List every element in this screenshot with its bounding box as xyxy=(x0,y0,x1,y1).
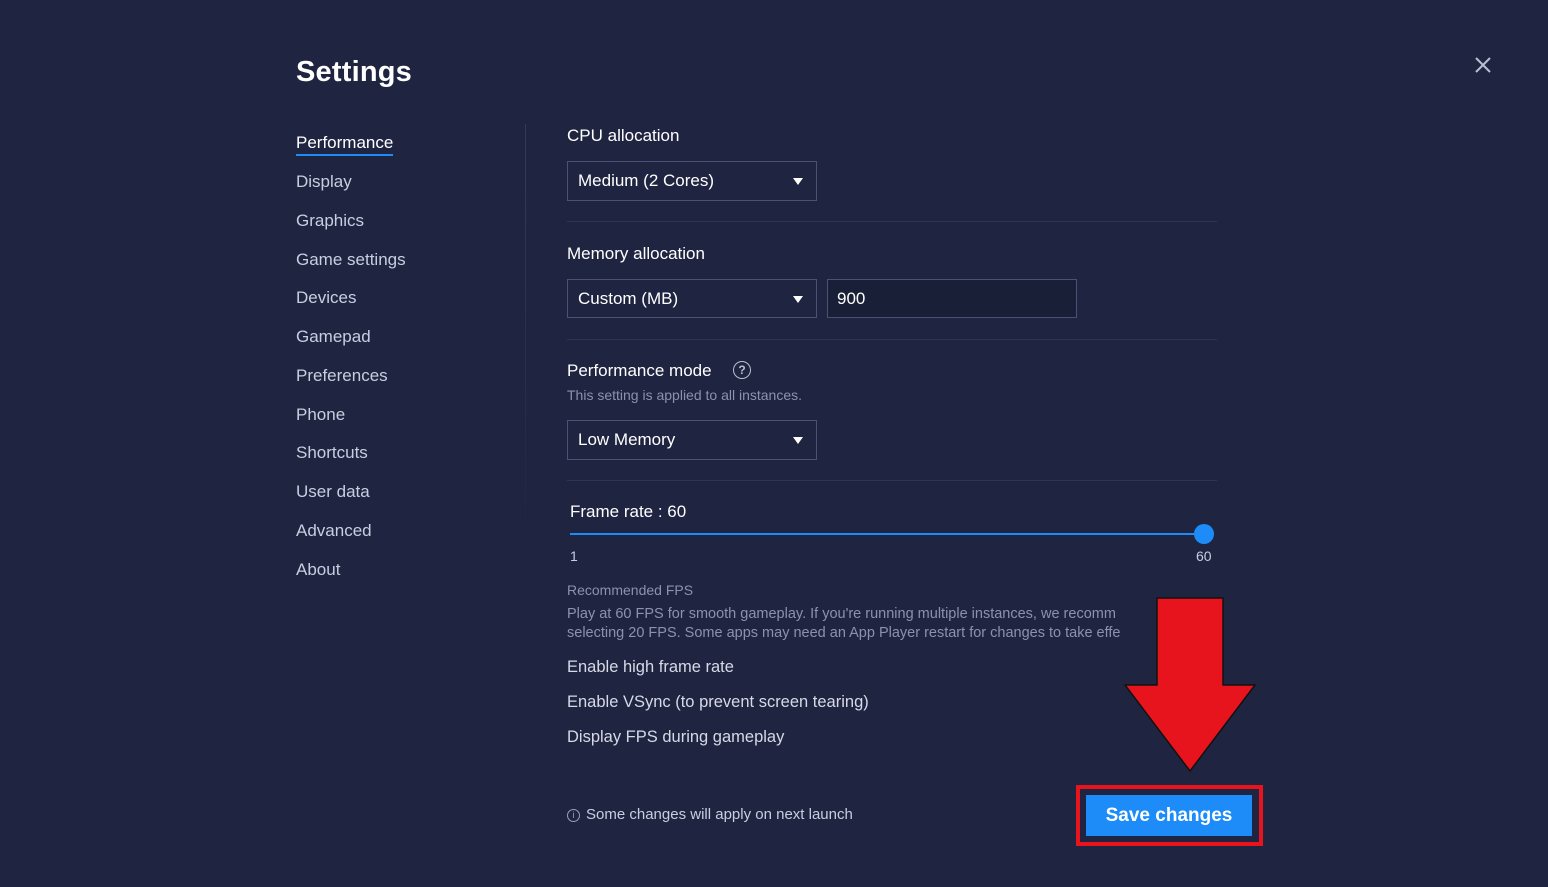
memory-custom-input[interactable] xyxy=(827,279,1077,318)
info-icon: i xyxy=(567,809,580,822)
section-divider xyxy=(567,480,1217,481)
cpu-allocation-value: Medium (2 Cores) xyxy=(578,171,715,190)
page-title: Settings xyxy=(296,56,412,88)
sidebar-item-label: Gamepad xyxy=(296,327,371,346)
sidebar-item-label: Phone xyxy=(296,405,346,424)
sidebar-item-label: Preferences xyxy=(296,366,388,385)
sidebar-item-label: Performance xyxy=(296,133,394,156)
sidebar-item-shortcuts[interactable]: Shortcuts xyxy=(296,443,368,463)
recommended-fps-description: Play at 60 FPS for smooth gameplay. If y… xyxy=(567,605,1157,645)
frame-rate-slider-track[interactable] xyxy=(570,533,1204,535)
sidebar-item-graphics[interactable]: Graphics xyxy=(296,211,364,231)
chevron-down-icon xyxy=(793,296,803,303)
sidebar-item-preferences[interactable]: Preferences xyxy=(296,366,388,386)
recommended-fps-line: selecting 20 FPS. Some apps may need an … xyxy=(567,625,1121,641)
sidebar-item-gamepad[interactable]: Gamepad xyxy=(296,327,371,347)
sidebar-item-devices[interactable]: Devices xyxy=(296,288,356,308)
sidebar-item-user-data[interactable]: User data xyxy=(296,482,370,502)
recommended-fps-title: Recommended FPS xyxy=(567,582,694,598)
enable-vsync-option[interactable]: Enable VSync (to prevent screen tearing) xyxy=(567,693,869,712)
chevron-down-icon xyxy=(793,437,803,444)
memory-allocation-select[interactable]: Custom (MB) xyxy=(567,279,817,318)
memory-allocation-label: Memory allocation xyxy=(567,244,705,263)
sidebar-item-label: Devices xyxy=(296,288,357,307)
performance-mode-label: Performance mode xyxy=(567,361,712,380)
settings-window: Settings Performance Display Graphics Ga… xyxy=(0,0,1548,887)
footer-note: i Some changes will apply on next launch xyxy=(567,806,853,823)
sidebar-item-label: Display xyxy=(296,172,352,191)
memory-allocation-value: Custom (MB) xyxy=(578,289,679,308)
frame-rate-label: Frame rate : 60 xyxy=(570,502,687,521)
enable-high-frame-rate-option[interactable]: Enable high frame rate xyxy=(567,658,734,677)
sidebar-item-about[interactable]: About xyxy=(296,560,340,580)
section-divider xyxy=(567,339,1217,340)
sidebar-item-game-settings[interactable]: Game settings xyxy=(296,250,406,270)
footer-note-text: Some changes will apply on next launch xyxy=(586,806,853,823)
sidebar-item-label: Graphics xyxy=(296,211,365,230)
help-icon[interactable]: ? xyxy=(733,361,751,379)
sidebar-item-label: About xyxy=(296,560,341,579)
sidebar-item-advanced[interactable]: Advanced xyxy=(296,521,372,541)
frame-rate-max: 60 xyxy=(1196,548,1212,564)
frame-rate-min: 1 xyxy=(570,548,578,564)
sidebar-item-display[interactable]: Display xyxy=(296,172,352,192)
recommended-fps-line: Play at 60 FPS for smooth gameplay. If y… xyxy=(567,606,1116,622)
sidebar-divider xyxy=(525,124,526,544)
sidebar-item-label: Shortcuts xyxy=(296,443,368,462)
sidebar-item-label: Game settings xyxy=(296,250,406,269)
red-arrow-annotation xyxy=(1123,597,1257,773)
performance-mode-hint: This setting is applied to all instances… xyxy=(567,387,803,403)
sidebar-item-performance[interactable]: Performance xyxy=(296,133,394,156)
save-changes-button[interactable]: Save changes xyxy=(1086,795,1252,836)
performance-mode-select[interactable]: Low Memory xyxy=(567,420,817,460)
frame-rate-slider-thumb[interactable] xyxy=(1194,524,1214,544)
cpu-allocation-select[interactable]: Medium (2 Cores) xyxy=(567,161,817,201)
sidebar-item-label: Advanced xyxy=(296,521,372,540)
sidebar-item-phone[interactable]: Phone xyxy=(296,405,345,425)
performance-mode-value: Low Memory xyxy=(578,430,676,449)
sidebar-item-label: User data xyxy=(296,482,370,501)
cpu-allocation-label: CPU allocation xyxy=(567,126,680,145)
chevron-down-icon xyxy=(793,178,803,185)
display-fps-option[interactable]: Display FPS during gameplay xyxy=(567,728,784,747)
section-divider xyxy=(567,221,1217,222)
close-icon[interactable] xyxy=(1470,52,1496,78)
